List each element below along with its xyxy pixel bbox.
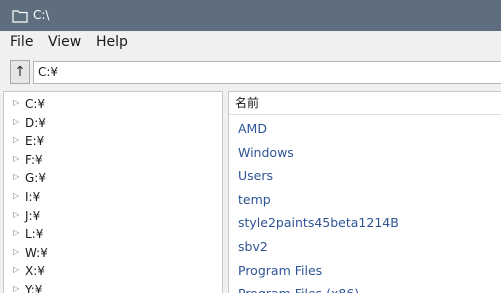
expand-arrow-icon[interactable]: ▷ [13,97,19,109]
menu-help[interactable]: Help [96,34,128,51]
expand-arrow-icon[interactable]: ▷ [13,246,19,258]
expand-arrow-icon[interactable]: ▷ [13,153,19,165]
file-list: 名前 AMD Windows Users temp style2paints45… [228,91,501,293]
column-header-name[interactable]: 名前 [229,92,501,115]
tree-item-label: F:¥ [25,152,43,167]
tree-item-label: G:¥ [25,171,46,186]
tree-item[interactable]: ▷ X:¥ [4,262,222,280]
expand-arrow-icon[interactable]: ▷ [13,116,19,128]
tree-item[interactable]: ▷ Y:¥ [4,281,222,293]
list-item[interactable]: Program Files [229,259,501,282]
tree-item-label: D:¥ [25,115,46,130]
tree-item-label: E:¥ [25,134,45,149]
expand-arrow-icon[interactable]: ▷ [13,264,19,276]
list-item[interactable]: style2paints45beta1214B [229,211,501,234]
expand-arrow-icon[interactable]: ▷ [13,283,19,293]
folder-icon [12,8,28,23]
path-input[interactable]: C:¥ [33,61,501,84]
tree-item-label: I:¥ [25,190,41,204]
tree-item-label: J:¥ [25,208,41,223]
address-bar: ↑ C:¥ [0,55,501,90]
list-item[interactable]: Program Files (x86) [229,282,501,293]
menu-bar: File View Help [0,31,501,54]
tree-item[interactable]: ▷ C:¥ [4,95,222,113]
menu-view[interactable]: View [48,34,81,51]
folder-tree: ▷ C:¥ ▷ D:¥ ▷ E:¥ ▷ F:¥ ▷ G:¥ ▷ I:¥ ▷ J:… [3,91,223,293]
tree-item-label: L:¥ [25,227,44,242]
tree-item[interactable]: ▷ F:¥ [4,151,222,169]
expand-arrow-icon[interactable]: ▷ [13,134,19,146]
tree-item[interactable]: ▷ L:¥ [4,225,222,243]
tree-item-label: X:¥ [25,264,45,279]
tree-item[interactable]: ▷ D:¥ [4,114,222,132]
tree-item-label: W:¥ [25,245,48,260]
tree-item[interactable]: ▷ W:¥ [4,244,222,262]
tree-item[interactable]: ▷ E:¥ [4,132,222,150]
window-title: C:\ [33,8,50,22]
expand-arrow-icon[interactable]: ▷ [13,190,19,202]
tree-item-label: C:¥ [25,97,46,111]
menu-file[interactable]: File [10,34,33,51]
list-item[interactable]: temp [229,188,501,211]
list-item[interactable]: sbv2 [229,235,501,258]
tree-item[interactable]: ▷ I:¥ [4,188,222,206]
list-item[interactable]: Windows [229,141,501,164]
expand-arrow-icon[interactable]: ▷ [13,171,19,183]
expand-arrow-icon[interactable]: ▷ [13,227,19,239]
title-bar: C:\ [0,0,501,31]
tree-item-label: Y:¥ [25,283,43,293]
list-item[interactable]: AMD [229,117,501,140]
tree-item[interactable]: ▷ G:¥ [4,169,222,187]
tree-item[interactable]: ▷ J:¥ [4,207,222,225]
expand-arrow-icon[interactable]: ▷ [13,209,19,221]
up-arrow-icon[interactable]: ↑ [10,60,30,84]
list-item[interactable]: Users [229,164,501,187]
